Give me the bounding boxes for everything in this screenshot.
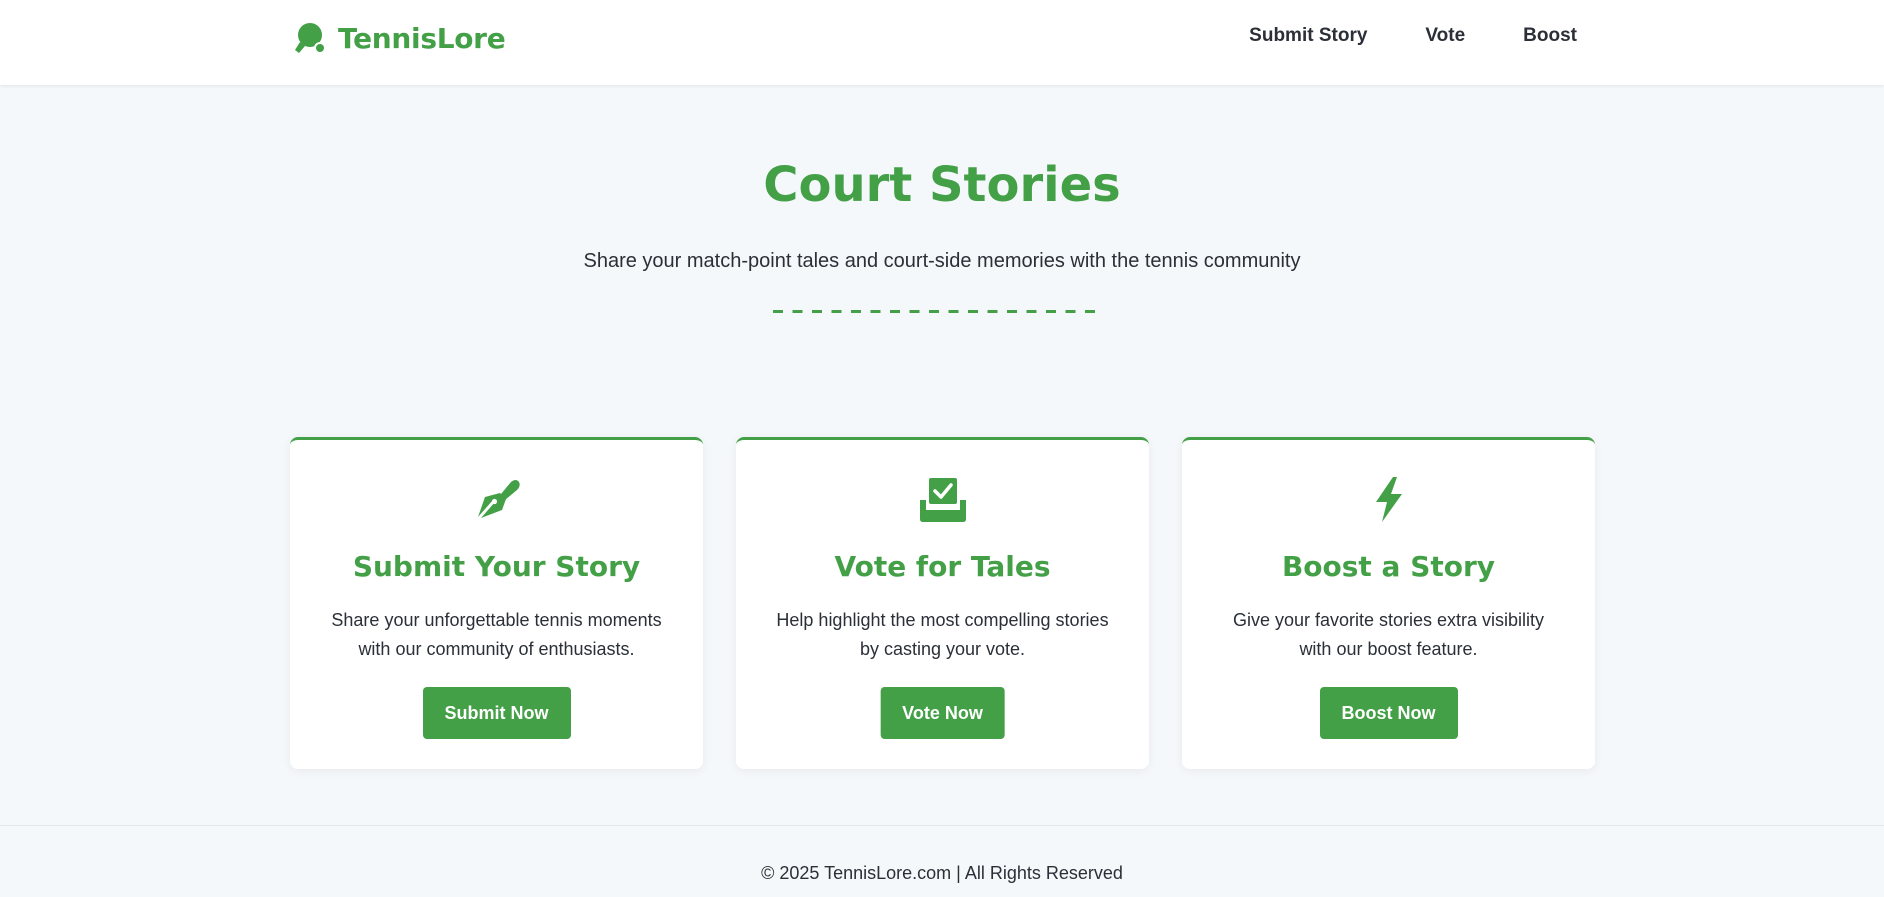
nav-submit-story[interactable]: Submit Story <box>1249 25 1367 47</box>
pen-nib-icon <box>471 474 523 526</box>
brand-logo[interactable]: TennisLore <box>292 20 506 56</box>
brand-name: TennisLore <box>338 21 506 55</box>
dashed-divider <box>773 310 1103 313</box>
page-title: Court Stories <box>763 157 1121 213</box>
site-footer: © 2025 TennisLore.com | All Rights Reser… <box>0 825 1884 897</box>
card-description: Help highlight the most compelling stori… <box>776 610 1109 659</box>
vote-box-check-icon <box>917 474 969 526</box>
page-subtitle: Share your match-point tales and court-s… <box>583 250 1301 272</box>
card-title: Boost a Story <box>1281 550 1496 583</box>
boost-now-button[interactable]: Boost Now <box>1319 687 1458 739</box>
card-boost-story: Boost a Story Give your favorite stories… <box>1182 437 1595 769</box>
submit-now-button[interactable]: Submit Now <box>422 687 571 739</box>
feature-cards: Submit Your Story Share your unforgettab… <box>290 437 1595 769</box>
card-vote-tales: Vote for Tales Help highlight the most c… <box>736 437 1149 769</box>
card-description: Give your favorite stories extra visibil… <box>1232 610 1545 659</box>
site-header: TennisLore Submit Story Vote Boost <box>0 0 1884 85</box>
card-title: Submit Your Story <box>352 550 641 583</box>
vote-now-button[interactable]: Vote Now <box>880 687 1005 739</box>
card-submit-story: Submit Your Story Share your unforgettab… <box>290 437 703 769</box>
lightning-bolt-icon <box>1363 474 1415 526</box>
nav-vote[interactable]: Vote <box>1425 25 1465 47</box>
card-title: Vote for Tales <box>834 550 1051 583</box>
ping-pong-paddle-icon <box>292 20 328 56</box>
card-description: Share your unforgettable tennis moments … <box>331 610 662 659</box>
copyright-text: © 2025 TennisLore.com | All Rights Reser… <box>761 863 1123 883</box>
main-nav: Submit Story Vote Boost <box>1249 25 1577 47</box>
nav-boost[interactable]: Boost <box>1523 25 1577 47</box>
